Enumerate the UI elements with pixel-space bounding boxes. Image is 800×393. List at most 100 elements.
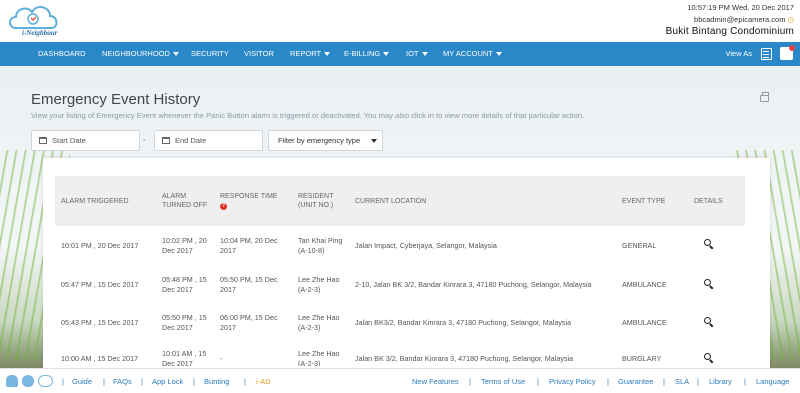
nav-visitor[interactable]: VISITOR <box>244 42 274 66</box>
footer-link-sla[interactable]: SLA <box>675 377 689 386</box>
footer-link-privacy[interactable]: Privacy Policy <box>549 377 596 386</box>
nav-dashboard[interactable]: DASHBOARD <box>38 42 86 66</box>
footer-link-faqs[interactable]: FAQs <box>113 377 132 386</box>
cell-event-type: BURGLARY <box>622 354 662 363</box>
app-name: i-Neighbour <box>22 29 58 37</box>
nav-ebilling[interactable]: E-BILLING <box>344 42 390 66</box>
caret-down-icon <box>324 52 331 57</box>
footer-link-guide[interactable]: Guide <box>72 377 92 386</box>
footer-link-library[interactable]: Library <box>709 377 732 386</box>
nav-label: REPORT <box>290 49 322 58</box>
nav-report[interactable]: REPORT <box>290 42 331 66</box>
cell-response: - <box>220 354 223 363</box>
footer: | Guide | FAQs | App Lock | Bunting | i-… <box>0 368 800 393</box>
footer-link-i-ad[interactable]: i-AD <box>256 377 271 386</box>
footer-separator: | <box>744 377 746 386</box>
event-table: ALARM TRIGGERED ALARM TURNED OFF RESPONS… <box>55 176 745 366</box>
calendar-icon <box>162 137 170 144</box>
cell-response: 05:50 PM, 15 Dec 2017 <box>220 275 278 294</box>
cell-details <box>688 342 745 366</box>
table-row[interactable]: 10:01 PM , 20 Dec 2017 10:02 PM , 20 Dec… <box>55 226 745 266</box>
nav-label: IOT <box>406 49 419 58</box>
view-list-icon[interactable] <box>761 48 772 60</box>
nav-label: VISITOR <box>244 49 274 58</box>
footer-link-new-features[interactable]: New Features <box>412 377 459 386</box>
cell-event-type: GENERAL <box>622 240 657 250</box>
footer-link-guarantee[interactable]: Guarantee <box>618 377 653 386</box>
cell-turned-off: 10:02 PM , 20 Dec 2017 <box>162 235 207 255</box>
col-response-time-label: RESPONSE TIME <box>220 193 278 200</box>
end-date-field[interactable] <box>154 130 263 151</box>
nav-label: E-BILLING <box>344 49 381 58</box>
cell-turned-off: 10:01 AM , 15 Dec 2017 <box>162 349 207 366</box>
start-date-input[interactable] <box>52 134 132 147</box>
caret-down-icon <box>172 52 179 57</box>
cell-details <box>688 266 745 304</box>
calendar-icon <box>39 137 47 144</box>
end-date-input[interactable] <box>175 134 255 147</box>
user-email: bbcadmin@epicamera.com ◷ <box>666 15 794 24</box>
cell-resident: Lee Zhe Hao (A-2-3) <box>298 275 340 294</box>
user-email-text[interactable]: bbcadmin@epicamera.com <box>694 15 785 24</box>
table-header-row: ALARM TRIGGERED ALARM TURNED OFF RESPONS… <box>55 176 745 226</box>
table-row[interactable]: 10:00 AM , 15 Dec 2017 10:01 AM , 15 Dec… <box>55 342 745 366</box>
print-icon[interactable] <box>760 92 769 102</box>
table-row[interactable]: 05:47 PM , 15 Dec 2017 05:48 PM , 15 Dec… <box>55 266 745 304</box>
col-event-type[interactable]: EVENT TYPE <box>616 176 688 226</box>
nav-security[interactable]: SECURITY <box>191 42 229 66</box>
cell-response: 06:00 PM, 15 Dec 2017 <box>220 313 278 332</box>
cell-location: Jalan BK3/2, Bandar Kinrara 3, 47180 Puc… <box>355 318 572 327</box>
col-alarm-triggered[interactable]: ALARM TRIGGERED <box>55 176 156 226</box>
cell-triggered: 05:47 PM , 15 Dec 2017 <box>61 280 139 289</box>
col-location[interactable]: CURRENT LOCATION <box>349 176 616 226</box>
nav-iot[interactable]: IOT <box>406 42 428 66</box>
table-row[interactable]: 05:43 PM , 15 Dec 2017 05:50 PM , 15 Dec… <box>55 304 745 342</box>
cell-resident: Tan Khai Ping (A-10-8) <box>298 235 343 255</box>
nav-label: NEIGHBOURHOOD <box>102 49 170 58</box>
filter-label: Filter by emergency type <box>278 136 361 145</box>
magnifier-icon[interactable] <box>704 352 714 363</box>
start-date-field[interactable] <box>31 130 140 151</box>
col-details: DETAILS <box>694 197 723 205</box>
col-resident[interactable]: RESIDENT (UNIT NO.) <box>292 176 349 226</box>
apple-icon[interactable] <box>22 375 34 387</box>
view-as-label[interactable]: View As <box>725 42 752 66</box>
footer-link-language[interactable]: Language <box>756 377 789 386</box>
emergency-type-filter[interactable]: Filter by emergency type <box>268 130 383 151</box>
footer-separator: | <box>141 377 143 386</box>
col-alarm-turned-off[interactable]: ALARM TURNED OFF <box>156 176 214 226</box>
nav-neighbourhood[interactable]: NEIGHBOURHOOD <box>102 42 179 66</box>
caret-down-icon <box>495 52 502 57</box>
footer-link-bunting[interactable]: Bunting <box>204 377 229 386</box>
cloud-icon[interactable] <box>38 375 53 387</box>
date-separator: - <box>143 135 146 144</box>
cell-location: Jalan BK 3/2, Bandar Kinrara 3, 47180 Pu… <box>355 354 574 363</box>
caret-down-icon <box>383 52 390 57</box>
cell-location: 2-10, Jalan BK 3/2, Bandar Kinrara 3, 47… <box>355 280 592 289</box>
nav-label: DASHBOARD <box>38 49 86 58</box>
caret-down-icon <box>421 52 428 57</box>
cell-triggered: 10:01 PM , 20 Dec 2017 <box>61 240 139 250</box>
cell-event-type: AMBULANCE <box>622 318 667 327</box>
magnifier-icon[interactable] <box>704 316 714 327</box>
footer-separator: | <box>697 377 699 386</box>
nav-label: SECURITY <box>191 49 229 58</box>
magnifier-icon[interactable] <box>704 239 714 249</box>
footer-link-terms[interactable]: Terms of Use <box>481 377 525 386</box>
help-icon[interactable]: ? <box>220 203 227 210</box>
cell-details <box>688 226 745 266</box>
android-icon[interactable] <box>6 375 18 387</box>
page-description: View your listing of Emergency Event whe… <box>31 111 585 120</box>
main-nav: DASHBOARD NEIGHBOURHOOD SECURITY VISITOR… <box>0 42 800 66</box>
col-response-time[interactable]: RESPONSE TIME? <box>214 176 292 226</box>
footer-link-app-lock[interactable]: App Lock <box>152 377 183 386</box>
clock-icon[interactable]: ◷ <box>787 15 794 24</box>
footer-separator: | <box>193 377 195 386</box>
magnifier-icon[interactable] <box>704 278 714 289</box>
event-table-container[interactable]: ALARM TRIGGERED ALARM TURNED OFF RESPONS… <box>55 176 745 366</box>
nav-my-account[interactable]: MY ACCOUNT <box>443 42 502 66</box>
nav-label: MY ACCOUNT <box>443 49 493 58</box>
footer-separator: | <box>537 377 539 386</box>
notification-icon[interactable] <box>780 45 795 60</box>
datetime: 10:57:19 PM Wed, 20 Dec 2017 <box>687 3 794 12</box>
